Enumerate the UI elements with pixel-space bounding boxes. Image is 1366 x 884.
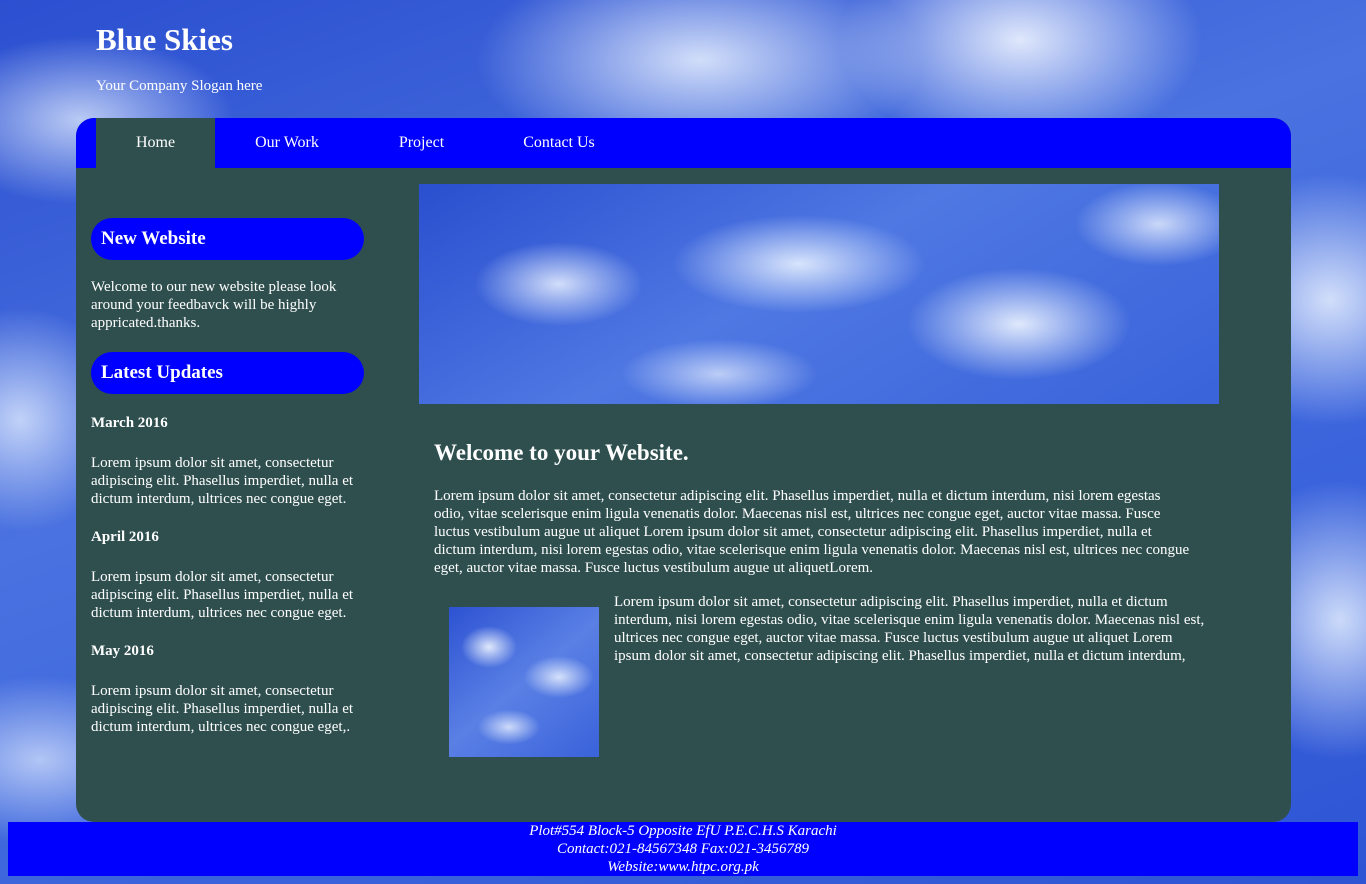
- nav-contact-us[interactable]: Contact Us: [484, 118, 634, 168]
- update-date: May 2016: [91, 643, 154, 659]
- footer-address: Plot#554 Block-5 Opposite EfU P.E.C.H.S …: [529, 823, 837, 839]
- nav-project[interactable]: Project: [359, 118, 484, 168]
- main-nav: Home Our Work Project Contact Us: [76, 118, 1291, 168]
- side-paragraph: Lorem ipsum dolor sit amet, consectetur …: [614, 594, 1205, 664]
- footer-contact: Contact:021-84567348 Fax:021-3456789: [556, 841, 810, 857]
- content-container: Home Our Work Project Contact Us New Web…: [76, 118, 1291, 822]
- new-website-text: Welcome to our new website please look a…: [91, 279, 337, 331]
- update-text: Lorem ipsum dolor sit amet, consectetur …: [91, 683, 354, 735]
- update-text: Lorem ipsum dolor sit amet, consectetur …: [91, 569, 354, 621]
- sky-thumbnail-image: [449, 607, 599, 757]
- welcome-heading: Welcome to your Website.: [434, 440, 689, 465]
- nav-our-work[interactable]: Our Work: [215, 118, 359, 168]
- footer: Plot#554 Block-5 Opposite EfU P.E.C.H.S …: [8, 822, 1358, 876]
- new-website-heading: New Website: [91, 218, 364, 260]
- nav-home[interactable]: Home: [96, 118, 215, 168]
- update-text: Lorem ipsum dolor sit amet, consectetur …: [91, 455, 354, 507]
- site-title: Blue Skies: [96, 22, 233, 57]
- latest-updates-heading: Latest Updates: [91, 352, 364, 394]
- intro-paragraph: Lorem ipsum dolor sit amet, consectetur …: [434, 488, 1190, 576]
- footer-website: Website:www.htpc.org.pk: [607, 859, 759, 875]
- sidebar: New Website Welcome to our new website p…: [91, 218, 364, 736]
- main-content: Welcome to your Website. Lorem ipsum dol…: [419, 184, 1219, 757]
- sky-banner-image: [419, 184, 1219, 404]
- site-header: Blue Skies Your Company Slogan here: [96, 18, 262, 95]
- update-date: April 2016: [91, 529, 159, 545]
- update-date: March 2016: [91, 415, 168, 431]
- site-slogan: Your Company Slogan here: [96, 78, 263, 94]
